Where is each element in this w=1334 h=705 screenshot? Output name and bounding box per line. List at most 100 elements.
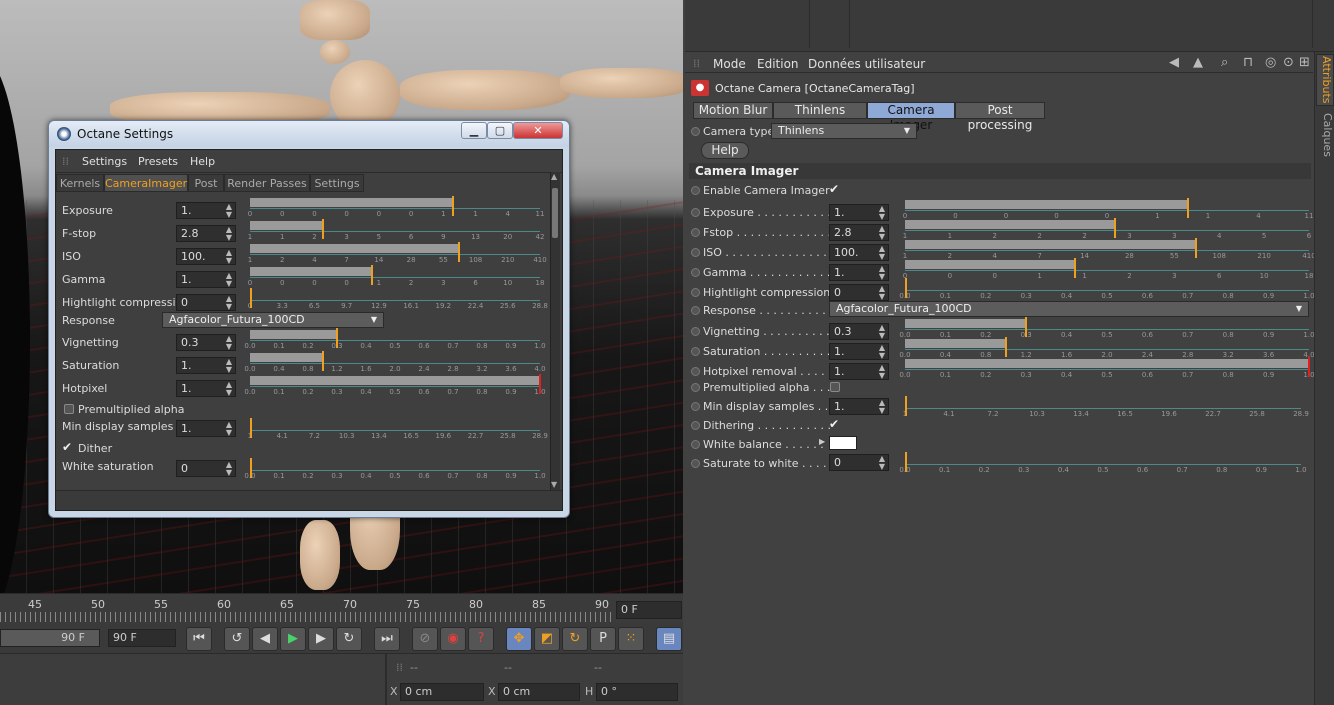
- param-anim-dot[interactable]: [691, 228, 700, 237]
- spinner-icon[interactable]: ▲ ▼: [226, 421, 232, 437]
- param-anim-dot[interactable]: [691, 268, 700, 277]
- camera-type-anim-dot[interactable]: [691, 127, 700, 136]
- param-value-field[interactable]: 0.3 ▲ ▼: [176, 334, 236, 351]
- dialog-scrollbar[interactable]: ▲ ▼: [550, 172, 560, 492]
- slider-handle[interactable]: [1186, 198, 1189, 218]
- timeline-ruler[interactable]: 45 50 55 60 65 70 75 80 85 90 0 F: [0, 593, 683, 623]
- spinner-icon[interactable]: ▲ ▼: [226, 226, 232, 242]
- spinner-icon[interactable]: ▲ ▼: [226, 335, 232, 351]
- dialog-tab-post[interactable]: Post: [188, 174, 224, 192]
- param-anim-dot[interactable]: [691, 208, 700, 217]
- next-key-button[interactable]: ↻: [336, 627, 362, 651]
- slider-handle[interactable]: [1025, 317, 1028, 337]
- slider-handle[interactable]: [1308, 357, 1310, 377]
- new-panel-icon[interactable]: ⊞: [1299, 55, 1310, 70]
- spinner-icon[interactable]: ▲ ▼: [879, 245, 885, 261]
- prev-frame-button[interactable]: ◀: [252, 627, 278, 651]
- param-key-icon[interactable]: P: [590, 627, 616, 651]
- object-manager-panel[interactable]: [685, 0, 1334, 52]
- scroll-up-icon[interactable]: ▲: [551, 172, 557, 181]
- white-balance-anim-dot[interactable]: [691, 440, 700, 449]
- param-value-field[interactable]: 100. ▲ ▼: [176, 248, 236, 265]
- spinner-icon[interactable]: ▲ ▼: [879, 205, 885, 221]
- next-frame-button[interactable]: ▶: [308, 627, 334, 651]
- slider-handle[interactable]: [321, 351, 324, 371]
- tab-camera-imager[interactable]: Camera Imager: [867, 102, 955, 132]
- rotate-key-icon[interactable]: ↻: [562, 627, 588, 651]
- dialog-tab-kernels[interactable]: Kernels: [56, 174, 104, 192]
- close-icon[interactable]: ✕: [513, 122, 563, 139]
- expand-arrow-icon[interactable]: ▶: [819, 437, 825, 446]
- maximize-icon[interactable]: ▢: [487, 122, 513, 139]
- dialog-tab-cameraimager[interactable]: CameraImager: [104, 174, 188, 192]
- spinner-icon[interactable]: ▲ ▼: [879, 364, 885, 380]
- param-value-field[interactable]: 2.8 ▲ ▼: [829, 224, 889, 241]
- coord-x-field[interactable]: 0 cm: [400, 683, 484, 701]
- spinner-icon[interactable]: ▲ ▼: [226, 249, 232, 265]
- record-disabled-icon[interactable]: ⊘: [412, 627, 438, 651]
- spinner-icon[interactable]: ▲ ▼: [879, 285, 885, 301]
- param-value-field[interactable]: 0 ▲ ▼: [829, 284, 889, 301]
- spinner-icon[interactable]: ▲ ▼: [226, 358, 232, 374]
- spinner-icon[interactable]: ▲ ▼: [879, 455, 885, 471]
- min-display-anim-dot[interactable]: [691, 402, 700, 411]
- up-arrow-icon[interactable]: ▲: [1193, 55, 1203, 70]
- slider-handle[interactable]: [1114, 218, 1117, 238]
- premult-alpha-checkbox[interactable]: [830, 382, 840, 392]
- autokey-icon[interactable]: ◉: [440, 627, 466, 651]
- param-anim-dot[interactable]: [691, 327, 700, 336]
- slider-handle[interactable]: [250, 458, 252, 478]
- scroll-down-icon[interactable]: ▼: [551, 480, 557, 489]
- spinner-icon[interactable]: ▲ ▼: [879, 265, 885, 281]
- menu-mode[interactable]: Mode: [713, 57, 746, 71]
- slider-handle[interactable]: [250, 288, 252, 308]
- enable-anim-dot[interactable]: [691, 186, 700, 195]
- tab-thinlens[interactable]: Thinlens: [773, 102, 867, 119]
- tab-post-processing[interactable]: Post processing: [955, 102, 1045, 132]
- spinner-icon[interactable]: ▲ ▼: [879, 324, 885, 340]
- param-anim-dot[interactable]: [691, 288, 700, 297]
- white-balance-color-swatch[interactable]: [829, 436, 857, 450]
- dialog-menu-settings[interactable]: Settings: [82, 155, 127, 168]
- tab-motion-blur[interactable]: Motion Blur: [693, 102, 773, 119]
- search-icon[interactable]: ⌕: [1221, 55, 1228, 70]
- dialog-premult-checkbox[interactable]: [64, 404, 74, 414]
- slider-handle[interactable]: [336, 328, 338, 348]
- spinner-icon[interactable]: ▲ ▼: [226, 461, 232, 477]
- dialog-menu-presets[interactable]: Presets: [138, 155, 178, 168]
- dithering-checkbox[interactable]: ✔: [829, 417, 839, 431]
- slider-handle[interactable]: [905, 278, 907, 298]
- film-strip-icon[interactable]: ▤: [656, 627, 682, 651]
- play-button[interactable]: ▶: [280, 627, 306, 651]
- dialog-response-dropdown[interactable]: Agfacolor_Futura_100CD ▼: [162, 312, 384, 328]
- points-key-icon[interactable]: ⁙: [618, 627, 644, 651]
- side-tab-calques[interactable]: Calques: [1316, 110, 1334, 160]
- menu-donnees-utilisateur[interactable]: Données utilisateur: [808, 57, 925, 71]
- premult-anim-dot[interactable]: [691, 383, 700, 392]
- lock-icon[interactable]: ⊓: [1243, 55, 1253, 70]
- end-frame-slider[interactable]: 90 F: [0, 629, 100, 647]
- settings-icon[interactable]: ⊙: [1283, 55, 1294, 70]
- prev-key-button[interactable]: ↺: [224, 627, 250, 651]
- minimize-icon[interactable]: ▁: [461, 122, 487, 139]
- spinner-icon[interactable]: ▲ ▼: [226, 272, 232, 288]
- end-frame-field[interactable]: 90 F: [108, 629, 176, 647]
- go-to-end-button[interactable]: ⏭: [374, 627, 400, 651]
- param-value-field[interactable]: 0 ▲ ▼: [176, 294, 236, 311]
- go-to-start-button[interactable]: ⏮: [186, 627, 212, 651]
- dialog-dither-checkbox[interactable]: ✔: [62, 440, 72, 454]
- param-value-field[interactable]: 1. ▲ ▼: [176, 202, 236, 219]
- slider-handle[interactable]: [1073, 258, 1076, 278]
- coord-h-field[interactable]: 0 °: [596, 683, 678, 701]
- side-tab-attributs[interactable]: Attributs: [1316, 54, 1334, 106]
- dialog-titlebar[interactable]: Octane Settings ▁ ▢ ✕: [49, 121, 569, 147]
- param-value-field[interactable]: 1. ▲ ▼: [829, 204, 889, 221]
- slider-handle[interactable]: [250, 418, 252, 438]
- param-anim-dot[interactable]: [691, 347, 700, 356]
- spinner-icon[interactable]: ▲ ▼: [226, 295, 232, 311]
- target-icon[interactable]: ◎: [1265, 55, 1276, 70]
- dithering-anim-dot[interactable]: [691, 421, 700, 430]
- saturate-to-white-field[interactable]: 0 ▲ ▼: [829, 454, 889, 471]
- response-dropdown[interactable]: Agfacolor_Futura_100CD ▼: [829, 301, 1309, 317]
- dialog-min-display-field[interactable]: 1. ▲ ▼: [176, 420, 236, 437]
